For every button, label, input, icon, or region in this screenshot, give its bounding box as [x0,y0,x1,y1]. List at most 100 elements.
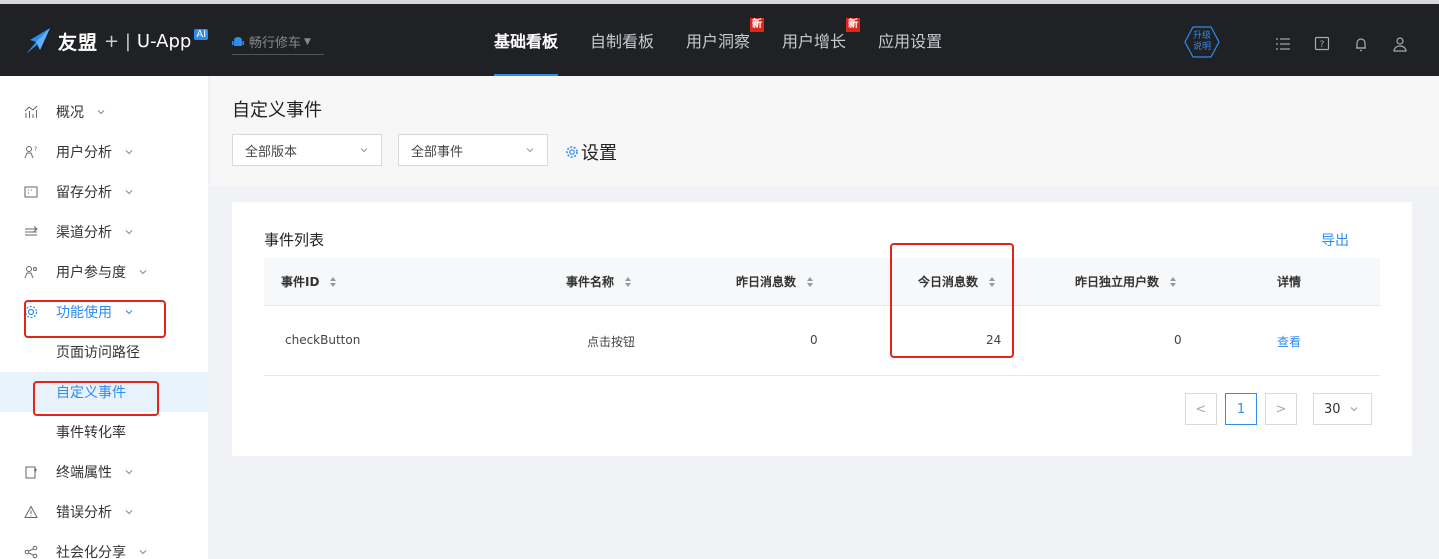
chevron-down-icon [125,230,133,235]
upgrade-line1: 升级 [1192,31,1211,41]
event-select[interactable]: 全部事件 [398,134,548,166]
column-header-yesterday-msgs[interactable]: 昨日消息数 [736,258,814,306]
chevron-down-icon [125,470,133,475]
bell-icon[interactable] [1353,36,1369,52]
sort-icon[interactable] [806,276,814,288]
user-analysis-icon: ? [24,146,37,159]
export-button[interactable]: 导出 [1321,230,1349,250]
sort-icon[interactable] [1169,276,1177,288]
sidebar-item-share[interactable]: 社会化分享 [0,532,208,559]
engagement-icon [24,266,37,279]
cell-event-id: checkButton [285,333,361,347]
column-header-yesterday-users[interactable]: 昨日独立用户数 [1075,258,1177,306]
sidebar-item-label: 社会化分享 [56,545,126,559]
sidebar-item-label: 渠道分析 [56,225,112,241]
sidebar-item-label: 留存分析 [56,185,112,201]
device-icon [25,466,37,479]
chevron-down-icon [360,148,368,153]
upgrade-info-button[interactable]: 升级 说明 [1184,26,1220,58]
sidebar-item-label: 用户参与度 [56,265,126,281]
chevron-down-icon [125,190,133,195]
sidebar-item-error[interactable]: 错误分析 [0,492,208,532]
nav-custom-dashboard[interactable]: 自制看板 [590,4,654,76]
top-header: 友盟 + | U-App AI 畅行修车 ▼ 基础看板 自制看板 用户洞察新 用… [0,0,1439,76]
logo-text: 友盟 [58,31,99,54]
sort-icon[interactable] [624,276,632,288]
help-icon[interactable]: ? [1314,36,1330,52]
version-select[interactable]: 全部版本 [232,134,382,166]
nav-user-insight[interactable]: 用户洞察新 [686,4,765,76]
version-select-value: 全部版本 [245,144,298,160]
sidebar-item-engagement[interactable]: 用户参与度 [0,252,208,292]
chevron-down-icon [97,110,105,115]
main-nav: 基础看板 自制看板 用户洞察新 用户增长新 应用设置 [494,4,974,76]
sidebar-item-device[interactable]: 终端属性 [0,452,208,492]
warning-icon [24,505,38,518]
page-header-area [210,76,1439,186]
highlight-box-feature-usage [24,300,166,338]
upgrade-line2: 说明 [1192,42,1211,52]
sidebar-item-label: 用户分析 [56,145,112,161]
android-icon [232,36,244,46]
page-size-value: 30 [1324,401,1341,417]
channel-icon [25,226,38,236]
ai-badge: AI [194,28,209,40]
header-icons: ? [1275,36,1431,52]
user-icon[interactable] [1392,36,1408,52]
nav-basic-dashboard[interactable]: 基础看板 [494,4,559,76]
sidebar-item-label: 页面访问路径 [56,345,140,361]
sidebar-item-label: 错误分析 [56,505,112,521]
event-select-value: 全部事件 [411,144,464,160]
overview-icon [24,105,38,118]
sort-icon[interactable] [329,276,337,288]
logo[interactable]: 友盟 + | U-App AI [24,26,209,56]
settings-link[interactable]: 设置 [565,139,617,165]
cell-event-name: 点击按钮 [587,335,636,349]
column-header-event-name[interactable]: 事件名称 [566,258,632,306]
prev-page-button[interactable]: < [1185,393,1217,425]
next-page-button[interactable]: > [1265,393,1297,425]
page-1-button[interactable]: 1 [1225,393,1257,425]
page-title: 自定义事件 [232,100,322,121]
retention-icon [24,186,38,198]
sidebar-item-channel[interactable]: 渠道分析 [0,212,208,252]
caret-down-icon: ▼ [304,36,311,47]
cell-yesterday-users: 0 [1174,333,1182,347]
chevron-down-icon [125,510,133,515]
sidebar-item-label: 概况 [56,105,84,121]
nav-app-settings[interactable]: 应用设置 [878,4,942,76]
app-name: 畅行修车 [249,36,302,51]
chevron-down-icon [1350,407,1357,412]
sidebar-item-event-conversion[interactable]: 事件转化率 [0,412,208,452]
sidebar-item-retention[interactable]: 留存分析 [0,172,208,212]
sidebar-item-user-analysis[interactable]: ? 用户分析 [0,132,208,172]
gear-icon [566,146,578,158]
view-detail-link[interactable]: 查看 [1277,333,1301,350]
event-list-title: 事件列表 [264,231,325,249]
page-size-select[interactable]: 30 [1313,393,1372,425]
sidebar-item-label: 事件转化率 [56,425,126,441]
svg-text:?: ? [34,146,37,153]
chevron-down-icon [125,150,133,155]
table-header [264,258,1380,306]
column-header-event-id[interactable]: 事件ID [281,258,337,306]
settings-label: 设置 [581,143,617,164]
column-header-detail: 详情 [1277,275,1302,289]
logo-app-name: U-App [136,30,192,52]
logo-plus: + | [104,30,131,52]
new-badge: 新 [846,18,861,32]
row-divider [264,375,1380,376]
new-badge: 新 [750,18,765,32]
sidebar-item-label: 终端属性 [56,465,112,481]
svg-text:?: ? [1320,40,1325,50]
chevron-down-icon [526,148,534,153]
highlight-box-today-msgs [890,243,1014,358]
umeng-logo-icon [26,28,50,54]
nav-user-growth[interactable]: 用户增长新 [782,4,861,76]
app-selector[interactable]: 畅行修车 ▼ [232,32,324,55]
share-icon [24,545,38,559]
list-icon[interactable] [1275,36,1291,52]
cell-yesterday-msgs: 0 [810,333,818,347]
sidebar-item-page-path[interactable]: 页面访问路径 [0,332,208,372]
sidebar-item-overview[interactable]: 概况 [0,92,208,132]
